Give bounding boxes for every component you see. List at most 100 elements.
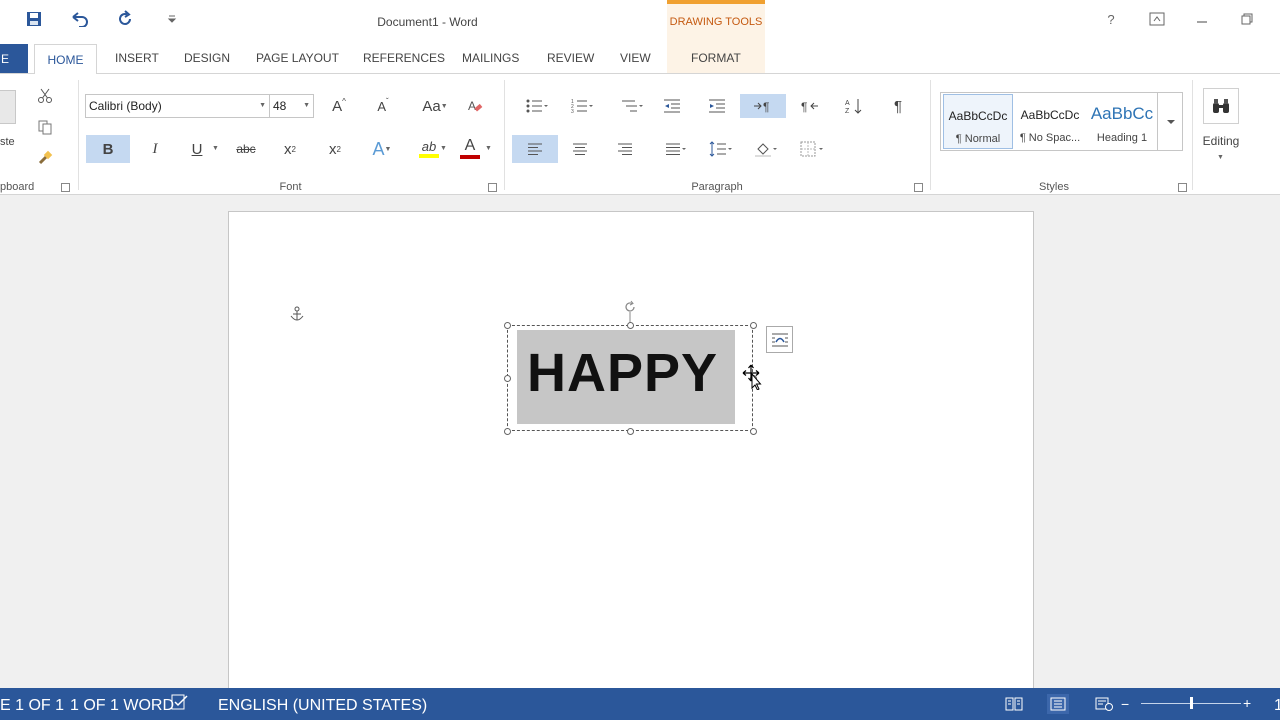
change-case-label: Aa — [422, 97, 441, 115]
help-button[interactable]: ? — [1096, 8, 1126, 30]
font-launcher-icon[interactable] — [488, 183, 497, 192]
word-count[interactable]: 1 OF 1 WORD — [70, 697, 174, 715]
ltr-direction-button[interactable]: ¶ — [740, 94, 786, 118]
cut-icon[interactable] — [32, 84, 58, 108]
styles-more-icon[interactable] — [1157, 93, 1183, 150]
clear-formatting-icon[interactable]: A — [462, 94, 488, 118]
grow-font-label: A — [332, 97, 343, 115]
tab-review[interactable]: REVIEW — [547, 51, 594, 65]
editing-dropdown-icon[interactable]: ▼ — [1217, 154, 1224, 161]
shading-button[interactable] — [748, 137, 784, 161]
paste-label[interactable]: ste — [0, 136, 15, 148]
resize-handle-bottom-right[interactable] — [750, 428, 757, 435]
format-painter-icon[interactable] — [32, 146, 58, 170]
numbering-button[interactable]: 123 — [564, 94, 600, 118]
bullets-button[interactable] — [519, 94, 555, 118]
multilevel-list-button[interactable] — [614, 94, 650, 118]
line-spacing-button[interactable] — [704, 137, 738, 161]
paste-icon[interactable] — [0, 90, 16, 124]
resize-handle-bottom[interactable] — [627, 428, 634, 435]
tab-view[interactable]: VIEW — [620, 51, 651, 65]
font-color-dropdown-icon[interactable]: ▼ — [485, 145, 492, 152]
zoom-in-icon[interactable]: + — [1243, 695, 1251, 711]
editing-label[interactable]: Editing — [1197, 134, 1245, 148]
justify-button[interactable] — [660, 137, 692, 161]
styles-group-label: Styles — [1039, 181, 1069, 193]
read-mode-icon[interactable] — [1003, 694, 1025, 714]
borders-button[interactable] — [794, 137, 830, 161]
grow-font-button[interactable]: A ^ — [326, 94, 352, 118]
tab-home[interactable]: HOME — [34, 44, 97, 74]
decrease-indent-icon[interactable] — [659, 94, 685, 118]
highlight-color-bar — [419, 153, 439, 158]
ribbon-display-options-icon[interactable] — [1142, 8, 1172, 30]
tab-insert[interactable]: INSERT — [115, 51, 159, 65]
shrink-font-button[interactable]: Aˇ — [370, 94, 396, 118]
status-bar — [0, 688, 1280, 720]
language-status[interactable]: ENGLISH (UNITED STATES) — [218, 697, 427, 715]
paragraph-launcher-icon[interactable] — [914, 183, 923, 192]
change-case-button[interactable]: Aa ▼ — [418, 94, 452, 118]
underline-dropdown-icon[interactable]: ▼ — [212, 145, 219, 152]
styles-launcher-icon[interactable] — [1178, 183, 1187, 192]
zoom-out-icon[interactable]: − — [1121, 696, 1129, 712]
align-right-icon[interactable] — [612, 137, 638, 161]
tab-format[interactable]: FORMAT — [691, 51, 741, 65]
proofing-icon[interactable] — [171, 694, 189, 710]
resize-handle-left[interactable] — [504, 375, 511, 382]
font-color-button[interactable]: A — [457, 134, 483, 162]
bold-button[interactable]: B — [86, 135, 130, 163]
subscript-button[interactable]: x2 — [277, 137, 303, 161]
resize-handle-top-right[interactable] — [750, 322, 757, 329]
font-name-combo[interactable]: Calibri (Body) ▼ — [85, 94, 270, 118]
text-box-fill: HAPPY — [517, 330, 735, 424]
strikethrough-button[interactable]: abc — [231, 137, 261, 161]
tab-file[interactable]: E — [0, 44, 28, 73]
zoom-level[interactable]: 1 — [1274, 697, 1280, 715]
copy-icon[interactable] — [32, 115, 58, 139]
sort-icon[interactable]: AZ — [841, 94, 867, 118]
align-center-icon[interactable] — [567, 137, 593, 161]
highlight-dropdown-icon[interactable]: ▼ — [440, 145, 447, 152]
svg-text:Z: Z — [845, 108, 850, 114]
zoom-slider-thumb[interactable] — [1190, 697, 1193, 709]
resize-handle-bottom-left[interactable] — [504, 428, 511, 435]
text-box[interactable]: HAPPY — [504, 322, 757, 435]
rtl-direction-button[interactable]: ¶ — [796, 94, 822, 118]
superscript-button[interactable]: x2 — [322, 137, 348, 161]
group-divider — [504, 80, 505, 190]
print-layout-icon[interactable] — [1047, 694, 1069, 714]
drawing-tools-label: DRAWING TOOLS — [669, 16, 763, 28]
restore-icon[interactable] — [1232, 8, 1262, 30]
web-layout-icon[interactable] — [1093, 694, 1115, 714]
increase-indent-icon[interactable] — [704, 94, 730, 118]
style-heading-1[interactable]: AaBbCc Heading 1 — [1087, 94, 1157, 149]
tab-design[interactable]: DESIGN — [184, 51, 230, 65]
layout-options-icon[interactable] — [766, 326, 793, 353]
style-no-spacing[interactable]: AaBbCcDc ¶ No Spac... — [1015, 94, 1085, 149]
style-name: ¶ No Spac... — [1019, 132, 1081, 144]
text-box-content[interactable]: HAPPY — [527, 342, 718, 404]
page-count[interactable]: E 1 OF 1 — [0, 697, 64, 715]
tab-mailings[interactable]: MAILINGS — [462, 51, 519, 65]
document-page[interactable] — [228, 211, 1034, 688]
clipboard-launcher-icon[interactable] — [61, 183, 70, 192]
paragraph-group-label: Paragraph — [691, 181, 743, 193]
tab-references[interactable]: REFERENCES — [363, 51, 445, 65]
find-binoculars-icon[interactable] — [1203, 88, 1239, 124]
style-preview: AaBbCcDc — [1020, 108, 1080, 122]
resize-handle-top-left[interactable] — [504, 322, 511, 329]
move-cursor-icon — [742, 364, 764, 390]
tab-page-layout[interactable]: PAGE LAYOUT — [256, 51, 339, 65]
highlight-label: ab — [421, 138, 437, 154]
font-size-combo[interactable]: 48 ▼ — [269, 94, 314, 118]
underline-button[interactable]: U — [184, 137, 210, 161]
text-effects-button[interactable]: A ▼ — [369, 137, 395, 161]
svg-text:¶: ¶ — [763, 100, 769, 113]
style-normal[interactable]: AaBbCcDc ¶ Normal — [943, 94, 1013, 149]
align-left-icon[interactable] — [512, 135, 558, 163]
minimize-icon[interactable] — [1187, 8, 1217, 30]
show-formatting-button[interactable]: ¶ — [885, 94, 911, 118]
resize-handle-top[interactable] — [627, 322, 634, 329]
italic-button[interactable]: I — [142, 137, 168, 161]
